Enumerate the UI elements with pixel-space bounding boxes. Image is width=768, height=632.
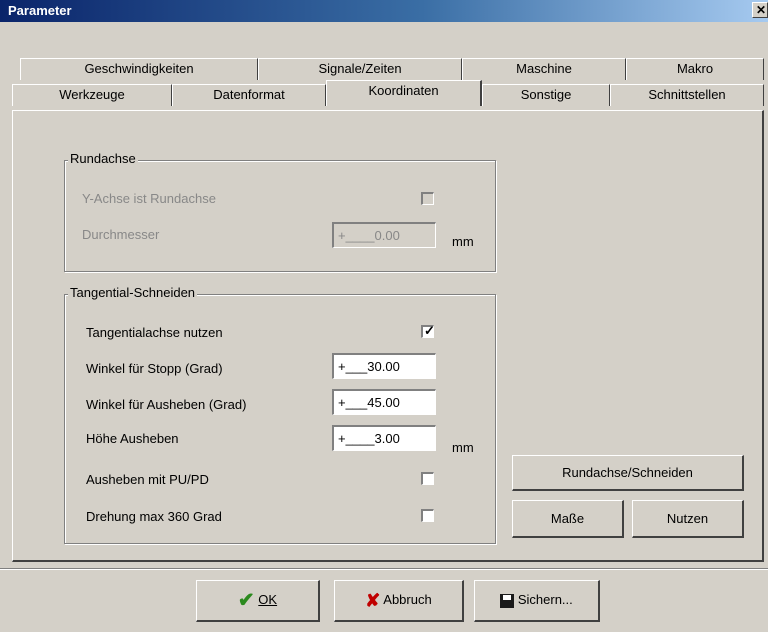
- masse-button[interactable]: Maße: [512, 500, 624, 538]
- tab-geschwindigkeiten[interactable]: Geschwindigkeiten: [20, 58, 258, 80]
- window-title: Parameter: [8, 3, 72, 18]
- tab-label: Schnittstellen: [648, 87, 726, 102]
- lift-height-unit: mm: [452, 440, 474, 455]
- tab-label: Maschine: [516, 61, 572, 76]
- checkmark-icon: ✔: [237, 589, 255, 612]
- tab-maschine[interactable]: Maschine: [462, 58, 626, 80]
- tab-label: Signale/Zeiten: [318, 61, 402, 76]
- cancel-button[interactable]: ✘ Abbruch: [334, 580, 464, 622]
- footer-separator: [0, 568, 768, 570]
- rundachse-group-label: Rundachse: [68, 151, 138, 166]
- lift-angle-label: Winkel für Ausheben (Grad): [86, 397, 247, 412]
- stop-angle-field[interactable]: +___30.00: [332, 353, 436, 379]
- y-axis-rotary-label: Y-Achse ist Rundachse: [82, 191, 216, 206]
- save-label: Sichern...: [517, 592, 573, 607]
- tab-sonstige[interactable]: Sonstige: [482, 84, 610, 106]
- cross-icon: ✘: [365, 590, 381, 611]
- checkmark-icon: ✓: [424, 323, 435, 338]
- tangential-axis-label: Tangentialachse nutzen: [86, 325, 223, 340]
- tab-datenformat[interactable]: Datenformat: [172, 84, 326, 106]
- close-button[interactable]: ✕: [752, 2, 768, 18]
- rundachse-schneiden-button[interactable]: Rundachse/Schneiden: [512, 455, 744, 491]
- cancel-label: Abbruch: [383, 592, 432, 607]
- tab-makro[interactable]: Makro: [626, 58, 764, 80]
- tangential-axis-checkbox[interactable]: ✓: [421, 323, 435, 338]
- nutzen-button[interactable]: Nutzen: [632, 500, 744, 538]
- tab-koordinaten[interactable]: Koordinaten: [326, 80, 482, 106]
- floppy-disk-icon: [500, 593, 515, 608]
- stop-angle-label: Winkel für Stopp (Grad): [86, 361, 223, 376]
- tab-label: Koordinaten: [368, 83, 439, 98]
- y-axis-rotary-checkbox[interactable]: [421, 192, 434, 205]
- tab-label: Makro: [676, 61, 714, 76]
- tab-label: Werkzeuge: [59, 87, 125, 102]
- tab-signale-zeiten[interactable]: Signale/Zeiten: [258, 58, 462, 80]
- tab-label: Geschwindigkeiten: [84, 61, 194, 76]
- save-button[interactable]: Sichern...: [474, 580, 600, 622]
- lift-height-field[interactable]: +____3.00: [332, 425, 436, 451]
- ok-label: OK: [258, 592, 278, 607]
- diameter-field[interactable]: +____0.00: [332, 222, 436, 248]
- tab-label: Sonstige: [520, 87, 572, 102]
- pu-pd-label: Ausheben mit PU/PD: [86, 472, 209, 487]
- ok-button[interactable]: ✔ OK: [196, 580, 320, 622]
- pu-pd-checkbox[interactable]: [421, 472, 434, 485]
- rotation-label: Drehung max 360 Grad: [86, 509, 222, 524]
- rundachse-group: [64, 160, 496, 272]
- tangential-group-label: Tangential-Schneiden: [68, 285, 198, 300]
- diameter-label: Durchmesser: [82, 227, 160, 242]
- rotation-checkbox[interactable]: [421, 509, 434, 522]
- tab-label: Datenformat: [213, 87, 285, 102]
- diameter-unit: mm: [452, 234, 474, 249]
- tab-werkzeuge[interactable]: Werkzeuge: [12, 84, 172, 106]
- lift-angle-field[interactable]: +___45.00: [332, 389, 436, 415]
- tab-schnittstellen[interactable]: Schnittstellen: [610, 84, 764, 106]
- title-bar[interactable]: [0, 0, 768, 22]
- lift-height-label: Höhe Ausheben: [86, 431, 179, 446]
